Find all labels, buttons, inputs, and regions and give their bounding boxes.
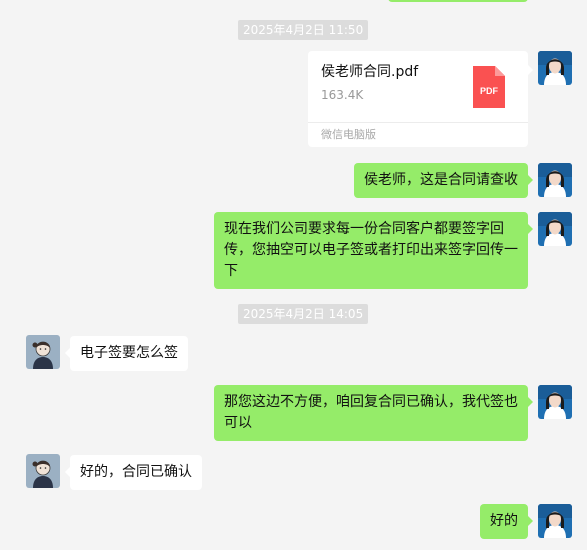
self-avatar[interactable] xyxy=(538,51,572,85)
self-avatar[interactable] xyxy=(538,385,572,419)
previous-message-bubble[interactable] xyxy=(388,0,528,2)
self-message-bubble[interactable]: 好的 xyxy=(480,504,533,539)
self-avatar[interactable] xyxy=(538,163,572,197)
timestamp: 2025年4月2日 14:05 xyxy=(238,304,369,324)
pdf-type-label: PDF xyxy=(480,86,499,96)
file-message-card[interactable]: 侯老师合同.pdf 163.4K PDF 微信电脑版 xyxy=(308,51,533,147)
contact-message-bubble[interactable]: 电子签要怎么签 xyxy=(65,336,188,371)
contact-avatar[interactable] xyxy=(26,454,60,488)
self-avatar[interactable] xyxy=(538,212,572,246)
file-size: 163.4K xyxy=(321,88,364,102)
self-message-bubble[interactable]: 那您这边不方便，咱回复合同已确认，我代签也可以 xyxy=(214,385,533,441)
file-source: 微信电脑版 xyxy=(321,128,376,141)
file-name: 侯老师合同.pdf xyxy=(321,64,419,80)
timestamp: 2025年4月2日 11:50 xyxy=(238,20,369,40)
self-message-bubble[interactable]: 侯老师，这是合同请查收 xyxy=(354,163,533,198)
file-card-divider xyxy=(308,122,528,123)
self-message-bubble[interactable]: 现在我们公司要求每一份合同客户都要签字回传，您抽空可以电子签或者打印出来签字回传… xyxy=(214,212,533,289)
self-avatar[interactable] xyxy=(538,504,572,538)
pdf-file-icon: PDF xyxy=(473,66,505,108)
contact-message-bubble[interactable]: 好的，合同已确认 xyxy=(65,455,202,490)
contact-avatar[interactable] xyxy=(26,335,60,369)
